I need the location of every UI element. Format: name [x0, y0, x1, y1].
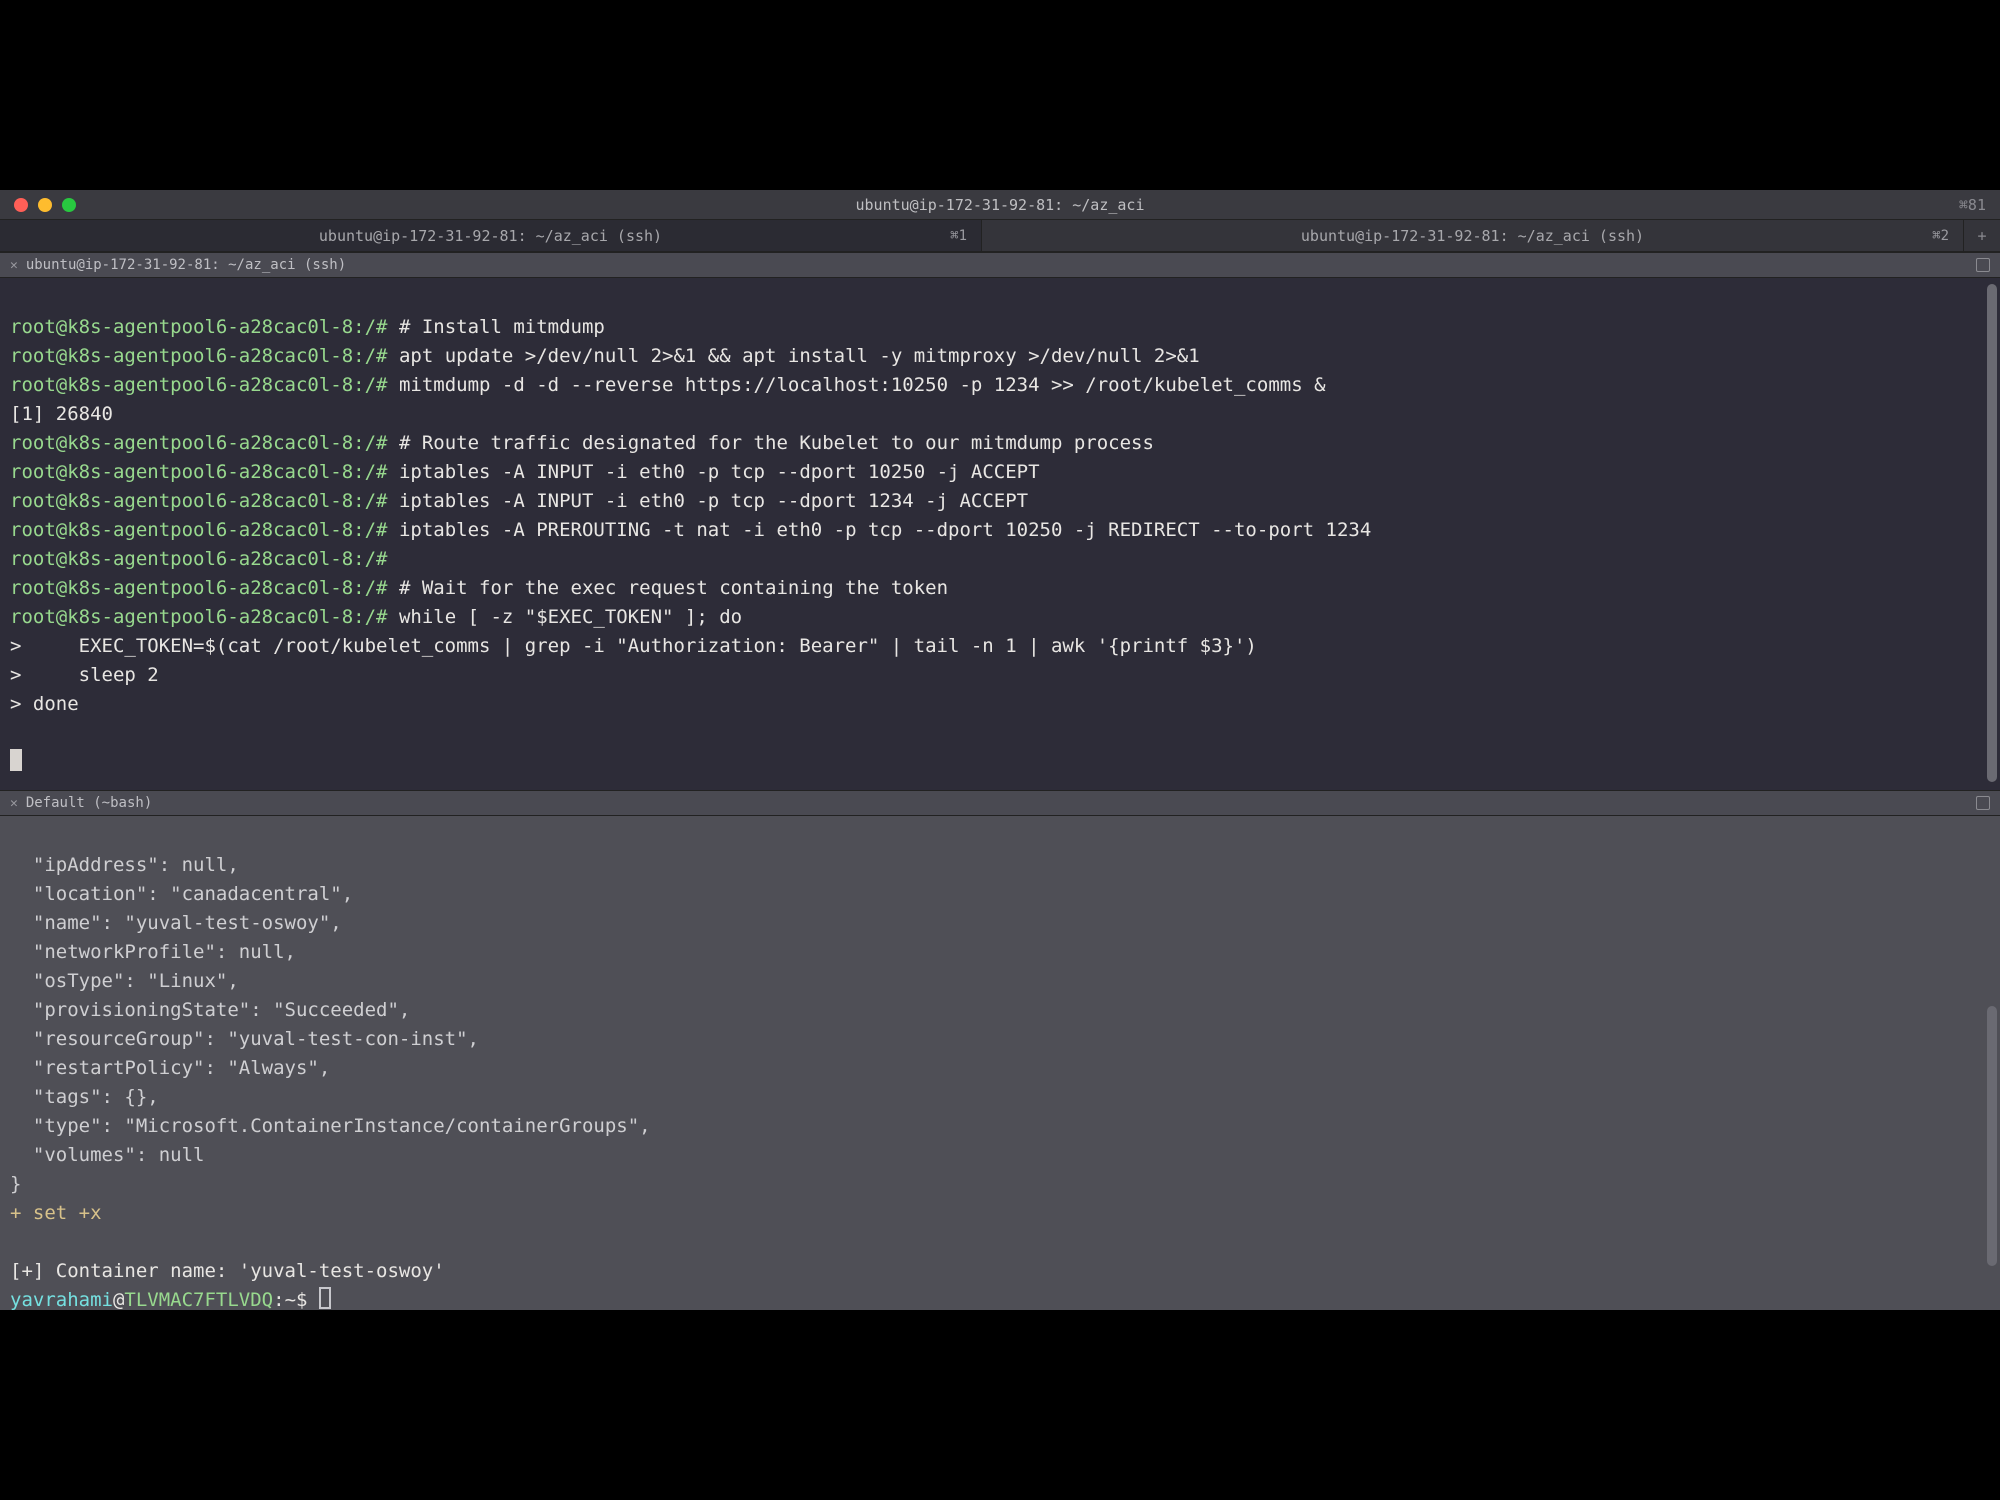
json-line: "name": "yuval-test-oswoy", [10, 912, 342, 934]
shell-prompt: root@k8s-agentpool6-a28cac0l-8:/# [10, 548, 388, 570]
close-icon[interactable]: ✕ [10, 796, 18, 811]
shell-prompt: root@k8s-agentpool6-a28cac0l-8:/# [10, 461, 388, 483]
shell-prompt: root@k8s-agentpool6-a28cac0l-8:/# [10, 374, 388, 396]
shell-prompt: root@k8s-agentpool6-a28cac0l-8:/# [10, 519, 388, 541]
close-icon[interactable]: ✕ [10, 258, 18, 273]
pane-bottom-header[interactable]: ✕ Default (~bash) [0, 790, 2000, 816]
pane-top-title: ubuntu@ip-172-31-92-81: ~/az_aci (ssh) [26, 257, 346, 273]
json-line: "ipAddress": null, [10, 854, 239, 876]
tab-2[interactable]: ubuntu@ip-172-31-92-81: ~/az_aci (ssh) ⌘… [982, 220, 1964, 251]
tab-bar: ubuntu@ip-172-31-92-81: ~/az_aci (ssh) ⌘… [0, 220, 2000, 252]
container-line: [+] Container name: 'yuval-test-oswoy' [10, 1260, 445, 1282]
job-output: [1] 26840 [10, 403, 113, 425]
shell-prompt: root@k8s-agentpool6-a28cac0l-8:/# [10, 577, 388, 599]
shell-line: iptables -A INPUT -i eth0 -p tcp --dport… [399, 461, 1040, 483]
json-line: "volumes": null [10, 1144, 204, 1166]
shell-prompt: root@k8s-agentpool6-a28cac0l-8:/# [10, 490, 388, 512]
scrollbar-top[interactable] [1987, 284, 1997, 782]
pane-bottom-title: Default (~bash) [26, 795, 152, 811]
cursor-icon [10, 749, 22, 771]
window-indicator: ⌘81 [1959, 196, 1986, 214]
continuation-line: > sleep 2 [10, 664, 159, 686]
json-line: "location": "canadacentral", [10, 883, 353, 905]
shell-line: # Route traffic designated for the Kubel… [399, 432, 1154, 454]
json-line: "provisioningState": "Succeeded", [10, 999, 410, 1021]
shell-line: while [ -z "$EXEC_TOKEN" ]; do [399, 606, 742, 628]
json-line: } [10, 1173, 21, 1195]
tab-1[interactable]: ubuntu@ip-172-31-92-81: ~/az_aci (ssh) ⌘… [0, 220, 982, 251]
close-window-button[interactable] [14, 198, 28, 212]
prompt-symbol: $ [296, 1289, 319, 1310]
tab-shortcut: ⌘2 [1932, 228, 1949, 244]
shell-prompt: root@k8s-agentpool6-a28cac0l-8:/# [10, 606, 388, 628]
json-line: "osType": "Linux", [10, 970, 239, 992]
continuation-line: > done [10, 693, 79, 715]
prompt-path: :~ [273, 1289, 296, 1310]
terminal-window: ubuntu@ip-172-31-92-81: ~/az_aci ⌘81 ubu… [0, 190, 2000, 1310]
shell-prompt: root@k8s-agentpool6-a28cac0l-8:/# [10, 345, 388, 367]
scrollbar-bottom[interactable] [1987, 1006, 1997, 1266]
shell-prompt: root@k8s-agentpool6-a28cac0l-8:/# [10, 432, 388, 454]
terminal-pane-bottom[interactable]: "ipAddress": null, "location": "canadace… [0, 816, 2000, 1310]
setx-line: + set +x [10, 1202, 102, 1224]
shell-line: mitmdump -d -d --reverse https://localho… [399, 374, 1326, 396]
shell-line: apt update >/dev/null 2>&1 && apt instal… [399, 345, 1200, 367]
letterbox-bottom [0, 1310, 2000, 1500]
titlebar[interactable]: ubuntu@ip-172-31-92-81: ~/az_aci ⌘81 [0, 190, 2000, 220]
continuation-line: > EXEC_TOKEN=$(cat /root/kubelet_comms |… [10, 635, 1257, 657]
terminal-pane-top[interactable]: root@k8s-agentpool6-a28cac0l-8:/# # Inst… [0, 278, 2000, 790]
shell-line: # Install mitmdump [399, 316, 605, 338]
shell-prompt: root@k8s-agentpool6-a28cac0l-8:/# [10, 316, 388, 338]
json-line: "resourceGroup": "yuval-test-con-inst", [10, 1028, 479, 1050]
pane-top-header[interactable]: ✕ ubuntu@ip-172-31-92-81: ~/az_aci (ssh) [0, 252, 2000, 278]
new-tab-button[interactable]: + [1964, 220, 2000, 251]
tab-label: ubuntu@ip-172-31-92-81: ~/az_aci (ssh) [1301, 227, 1644, 245]
json-line: "tags": {}, [10, 1086, 159, 1108]
prompt-host: TLVMAC7FTLVDQ [124, 1289, 273, 1310]
prompt-at: @ [113, 1289, 124, 1310]
window-controls [0, 198, 76, 212]
cursor-icon [319, 1287, 331, 1309]
zoom-window-button[interactable] [62, 198, 76, 212]
letterbox-top [0, 0, 2000, 190]
json-line: "restartPolicy": "Always", [10, 1057, 330, 1079]
json-line: "networkProfile": null, [10, 941, 296, 963]
minimize-window-button[interactable] [38, 198, 52, 212]
shell-line: iptables -A INPUT -i eth0 -p tcp --dport… [399, 490, 1028, 512]
plus-icon: + [1977, 227, 1986, 245]
prompt-user: yavrahami [10, 1289, 113, 1310]
tab-label: ubuntu@ip-172-31-92-81: ~/az_aci (ssh) [319, 227, 662, 245]
json-line: "type": "Microsoft.ContainerInstance/con… [10, 1115, 651, 1137]
window-title: ubuntu@ip-172-31-92-81: ~/az_aci [0, 196, 2000, 214]
maximize-icon[interactable] [1976, 796, 1990, 810]
tab-shortcut: ⌘1 [950, 228, 967, 244]
shell-line: # Wait for the exec request containing t… [399, 577, 948, 599]
shell-line: iptables -A PREROUTING -t nat -i eth0 -p… [399, 519, 1371, 541]
maximize-icon[interactable] [1976, 258, 1990, 272]
